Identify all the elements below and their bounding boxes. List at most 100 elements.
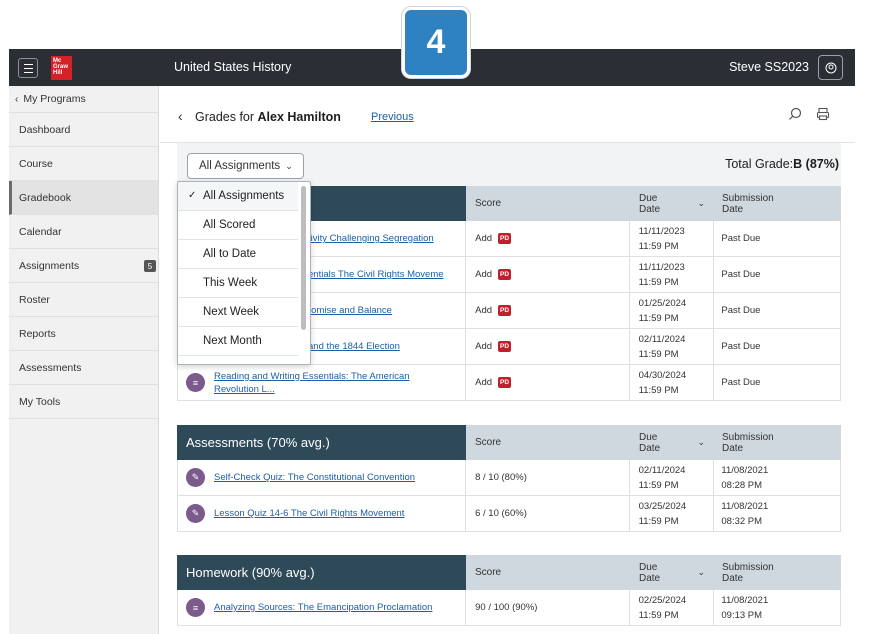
sidebar-item-label: My Programs [23,93,86,105]
print-icon[interactable] [816,107,832,123]
score-cell: Add PD [466,257,630,292]
submission-date-column-header: Submission Date [715,186,841,221]
sidebar-item-my-tools[interactable]: My Tools [9,385,158,419]
back-chevron-icon[interactable]: ‹ [178,108,183,124]
pd-icon[interactable]: PD [498,233,512,244]
due-date-label: Due Date [639,192,661,215]
submission-cell: Past Due [714,257,840,292]
dropdown-option-next-week[interactable]: Next Week [178,298,298,327]
sidebar-item-assessments[interactable]: Assessments [9,351,158,385]
option-label: All to Date [203,248,257,260]
sidebar-item-assignments[interactable]: Assignments 5 [9,249,158,283]
assignment-link[interactable]: Lesson Quiz 14-6 The Civil Rights Moveme… [214,508,404,519]
due-time: 11:59 PM [638,515,679,527]
sidebar-item-reports[interactable]: Reports [9,317,158,351]
sidebar: ‹ My Programs Dashboard Course Gradebook… [9,86,159,634]
due-date-cell: 11/11/2023 11:59 PM [630,257,715,292]
due-date-cell: 02/11/2024 11:59 PM [630,460,715,495]
assignment-cell: ≡ Reading and Writing Essentials: The Ame… [178,365,467,400]
quiz-icon: ✎ [186,504,205,523]
dropdown-option-next-month[interactable]: Next Month [178,327,298,356]
submission-status: Past Due [721,377,761,388]
sidebar-item-course[interactable]: Course [9,147,158,181]
submission-cell: 11/08/2021 08:32 PM [714,496,840,531]
due-date: 03/25/2024 [638,500,687,512]
assignment-link[interactable]: romise and Balance [308,305,392,316]
submission-cell: Past Due [714,221,840,256]
sidebar-item-label: Assessments [19,361,82,374]
page-title: Grades for Alex Hamilton [195,110,341,124]
assignment-link[interactable]: Analyzing Sources: The Emancipation Proc… [214,602,432,613]
submission-date-column-header: Submission Date [715,425,841,460]
count-badge: 5 [144,260,156,272]
add-score-link[interactable]: Add [475,233,492,244]
sidebar-item-label: Dashboard [19,123,71,136]
pd-icon[interactable]: PD [498,377,512,388]
sort-chevron-icon: ⌄ [697,567,705,577]
submission-cell: 11/08/2021 08:28 PM [714,460,840,495]
add-score-link[interactable]: Add [475,377,492,388]
mcgraw-hill-logo: Mc Graw Hill [51,56,72,80]
sidebar-item-label: Course [19,157,53,170]
sidebar-item-my-programs[interactable]: ‹ My Programs [9,86,158,113]
quiz-icon: ✎ [186,468,205,487]
due-date-cell: 03/25/2024 11:59 PM [630,496,715,531]
previous-link[interactable]: Previous [371,111,414,123]
pd-icon[interactable]: PD [498,305,512,316]
assignment-filter-select[interactable]: All Assignments ⌄ [187,153,304,179]
submission-cell: 11/08/2021 09:13 PM [714,590,840,625]
table-row: ≡ Analyzing Sources: The Emancipation Pro… [177,590,841,626]
dropdown-option-all-to-date[interactable]: All to Date [178,240,298,269]
due-date-column-header[interactable]: Due Date ⌄ [630,555,715,590]
submission-date-label: Submission Date [722,192,774,215]
sidebar-item-calendar[interactable]: Calendar [9,215,158,249]
assignment-link[interactable]: and the 1844 Election [308,341,400,352]
due-time: 11:59 PM [638,609,679,621]
total-grade: Total Grade:B (87%) [725,157,839,171]
add-score-link[interactable]: Add [475,269,492,280]
assignment-link[interactable]: tivity Challenging Segregation [308,233,434,244]
due-date-label: Due Date [639,561,661,584]
menu-icon[interactable] [18,58,38,78]
sidebar-item-dashboard[interactable]: Dashboard [9,113,158,147]
add-score-link[interactable]: Add [475,305,492,316]
submission-date-label: Submission Date [722,431,774,454]
dropdown-option-this-week[interactable]: This Week [178,269,298,298]
submission-time: 09:13 PM [721,609,763,621]
due-date-column-header[interactable]: Due Date ⌄ [630,425,715,460]
score-column-header: Score [466,555,630,590]
user-name[interactable]: Steve SS2023 [729,60,809,74]
sidebar-item-roster[interactable]: Roster [9,283,158,317]
check-icon: ✓ [188,190,197,201]
sidebar-item-label: Reports [19,327,56,340]
submission-date-label: Submission Date [722,561,774,584]
filter-value: All Assignments [199,160,281,172]
assignment-link[interactable]: Reading and Writing Essentials: The Amer… [214,370,454,396]
due-date-column-header[interactable]: Due Date ⌄ [630,186,715,221]
sidebar-item-gradebook[interactable]: Gradebook [9,181,158,215]
assignment-link[interactable]: Self-Check Quiz: The Constitutional Conv… [214,472,415,483]
due-date-cell: 02/25/2024 11:59 PM [630,590,715,625]
due-date: 02/11/2024 [638,464,686,476]
table-row: ✎ Self-Check Quiz: The Constitutional Con… [177,460,841,496]
dropdown-scrollbar[interactable] [301,186,306,330]
add-score-link[interactable]: Add [475,341,492,352]
section-title: Homework (90% avg.) [177,555,466,590]
pd-icon[interactable]: PD [498,341,512,352]
score-cell: Add PD [466,329,630,364]
table-row: ≡ Reading and Writing Essentials: The Ame… [177,365,841,401]
submission-status: Past Due [721,233,761,244]
dropdown-option-all-scored[interactable]: All Scored [178,211,298,240]
user-profile-icon[interactable] [818,55,843,80]
dropdown-option-all-assignments[interactable]: ✓ All Assignments [178,182,298,211]
assignment-cell: ✎ Lesson Quiz 14-6 The Civil Rights Movem… [178,496,467,531]
user-circle-icon [825,62,836,73]
sidebar-item-label: Assignments [19,259,80,272]
pd-icon[interactable]: PD [498,269,512,280]
due-date-cell: 04/30/2024 11:59 PM [630,365,715,400]
submission-status: Past Due [721,305,761,316]
activity-icon: ≡ [186,373,205,392]
search-icon[interactable] [788,107,804,123]
assignment-link[interactable]: entials The Civil Rights Moveme [308,269,444,280]
sort-chevron-icon: ⌄ [697,437,705,447]
